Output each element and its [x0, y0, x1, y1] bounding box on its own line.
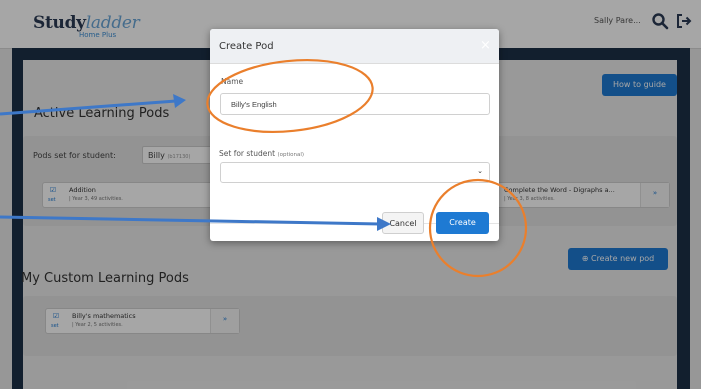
student-dropdown[interactable]: ⌄	[220, 162, 490, 183]
create-button[interactable]: Create	[436, 212, 489, 234]
modal-title: Create Pod	[219, 41, 274, 52]
name-label: Name	[221, 77, 244, 86]
set-for-student-label: Set for student (optional)	[219, 149, 304, 158]
modal-header: Create Pod ×	[210, 29, 499, 64]
optional-hint: (optional)	[277, 152, 305, 158]
create-pod-modal: Create Pod × Name Set for student (optio…	[210, 29, 499, 241]
cancel-button[interactable]: Cancel	[382, 212, 424, 234]
close-icon[interactable]: ×	[480, 38, 491, 53]
chevron-down-icon: ⌄	[477, 167, 483, 175]
pod-name-input[interactable]	[220, 93, 490, 115]
set-for-student-text: Set for student	[219, 149, 276, 158]
